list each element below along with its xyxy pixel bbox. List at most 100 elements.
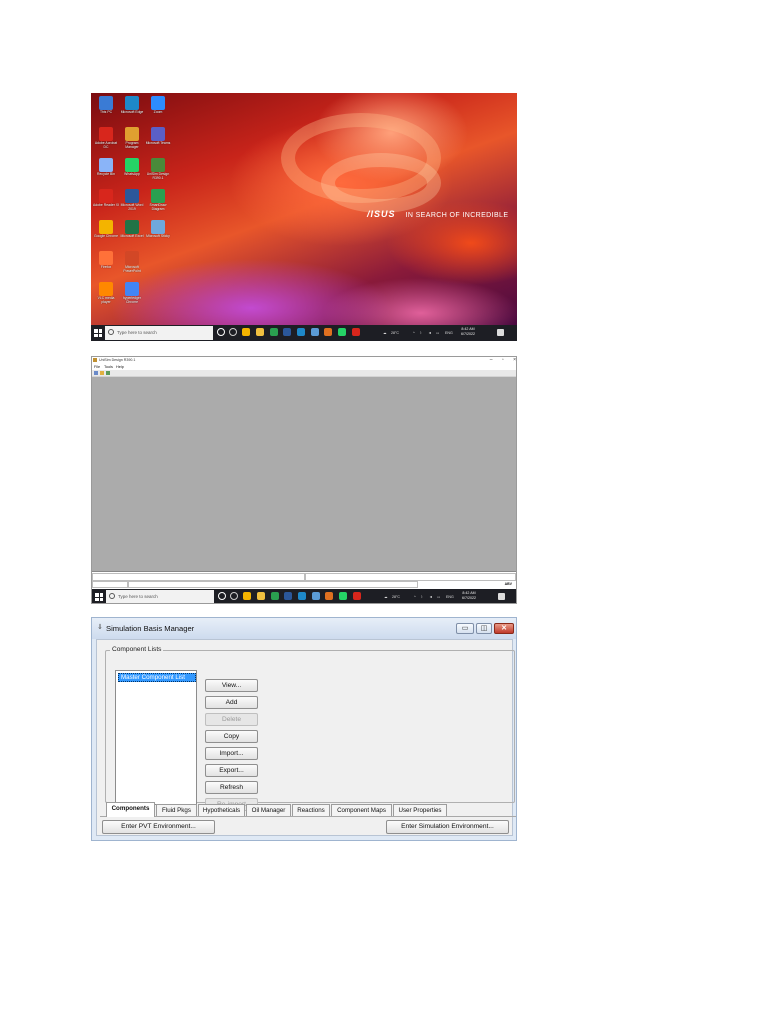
- taskbar-app-icon[interactable]: [310, 328, 319, 336]
- open-case-icon[interactable]: [100, 371, 104, 375]
- taskbar-search-input[interactable]: Type here to search: [105, 326, 213, 340]
- language-text[interactable]: ENG: [446, 595, 454, 599]
- taskbar-clock[interactable]: 8:42 AM 6/7/2022: [461, 327, 475, 337]
- taskbar-app-icon[interactable]: [297, 592, 306, 600]
- tab-reactions[interactable]: Reactions: [292, 804, 330, 816]
- desktop-icon[interactable]: Firefox: [93, 251, 119, 270]
- desktop-icon[interactable]: Microsoft Word 2019: [119, 189, 145, 212]
- volume-icon[interactable]: ◄: [429, 595, 433, 599]
- save-case-icon[interactable]: [106, 371, 110, 375]
- taskbar-clock[interactable]: 8:42 AM 6/7/2022: [462, 591, 476, 601]
- desktop-icon[interactable]: WhatsApp: [119, 158, 145, 177]
- tray-chevron-icon[interactable]: ^: [414, 595, 416, 599]
- taskbar-app-icon[interactable]: [337, 328, 346, 336]
- desktop-icon[interactable]: Microsoft Edge: [119, 96, 145, 115]
- tab-components[interactable]: Components: [106, 802, 155, 817]
- network-icon[interactable]: ⌇: [420, 331, 422, 335]
- minimize-icon[interactable]: –: [490, 357, 493, 363]
- tab-user-properties[interactable]: User Properties: [393, 804, 447, 816]
- enter-pvt-environment-button[interactable]: Enter PVT Environment...: [102, 820, 215, 834]
- notification-icon[interactable]: [497, 329, 504, 336]
- maximize-icon[interactable]: ▫: [502, 357, 504, 363]
- taskbar-app-icon[interactable]: [284, 592, 293, 600]
- windows-start-icon[interactable]: [94, 329, 102, 337]
- tray-chevron-icon[interactable]: ^: [413, 331, 415, 335]
- taskbar-app-icon[interactable]: [296, 328, 305, 336]
- windows-start-icon[interactable]: [95, 593, 103, 601]
- maximize-button[interactable]: ◫: [476, 623, 492, 634]
- taskbar-app-icon[interactable]: [311, 592, 320, 600]
- desktop-icon[interactable]: Microsoft PowerPoint: [119, 251, 145, 274]
- app-icon: [99, 251, 113, 265]
- desktop-icon[interactable]: Zoom: [145, 96, 171, 115]
- new-case-icon[interactable]: [94, 371, 98, 375]
- language-text[interactable]: ENG: [445, 331, 453, 335]
- desktop-icon[interactable]: Adobe Reader XI: [93, 189, 119, 208]
- taskbar-app-icon[interactable]: [217, 328, 226, 336]
- import-button[interactable]: Import...: [205, 747, 258, 760]
- desktop-icon[interactable]: hyperledger Chrome: [119, 282, 145, 305]
- desktop-icon[interactable]: This PC: [93, 96, 119, 115]
- desktop-icon-label: Program Manager: [125, 141, 139, 149]
- desktop-icon[interactable]: UniSim Design R390.1: [145, 158, 171, 181]
- desktop-icon[interactable]: Microsoft Teams: [145, 127, 171, 146]
- tab-hypotheticals[interactable]: Hypotheticals: [198, 804, 245, 816]
- volume-icon[interactable]: ◄: [428, 331, 432, 335]
- close-icon[interactable]: ×: [513, 357, 516, 363]
- desktop-icon-label: Microsoft Word 2019: [120, 203, 144, 211]
- desktop-icon[interactable]: VLC media player: [93, 282, 119, 305]
- menu-file[interactable]: File: [94, 365, 100, 369]
- taskbar-search-input[interactable]: Type here to search: [106, 590, 214, 603]
- taskbar-app-icon[interactable]: [229, 592, 238, 600]
- desktop-icon[interactable]: Microsoft Sticky: [145, 220, 171, 239]
- taskbar-app-icon[interactable]: [242, 328, 251, 336]
- taskbar-app-icon[interactable]: [283, 328, 292, 336]
- minimize-button[interactable]: ▭: [456, 623, 474, 634]
- menu-help[interactable]: Help: [116, 365, 124, 369]
- desktop-icon-label: Zoom: [153, 110, 163, 114]
- tab-component-maps[interactable]: Component Maps: [331, 804, 392, 816]
- desktop-icon[interactable]: Program Manager: [119, 127, 145, 150]
- taskbar-app-icon[interactable]: [269, 328, 278, 336]
- battery-icon[interactable]: ▭: [437, 595, 440, 599]
- enter-simulation-environment-button[interactable]: Enter Simulation Environment...: [386, 820, 509, 834]
- tab-oil-manager[interactable]: Oil Manager: [246, 804, 291, 816]
- wallpaper-swirl: [321, 153, 441, 213]
- taskbar-app-icon[interactable]: [218, 592, 227, 600]
- add-button[interactable]: Add: [205, 696, 258, 709]
- component-lists-group: Component Lists Master Component List Vi…: [105, 646, 515, 811]
- unisim-toolbar: [92, 370, 516, 377]
- battery-icon[interactable]: ▭: [436, 331, 439, 335]
- taskbar-app-icon[interactable]: [338, 592, 347, 600]
- copy-button[interactable]: Copy: [205, 730, 258, 743]
- desktop-icon[interactable]: Adobe Acrobat DC: [93, 127, 119, 150]
- taskbar-app-icon[interactable]: [256, 592, 265, 600]
- basis-manager-client: Component Lists Master Component List Vi…: [96, 639, 516, 836]
- list-item-master-component-list[interactable]: Master Component List: [118, 673, 196, 682]
- desktop-icon[interactable]: Google Chrome: [93, 220, 119, 239]
- menu-tools[interactable]: Tools: [104, 365, 113, 369]
- taskbar-app-icon[interactable]: [351, 328, 360, 336]
- component-list-box[interactable]: Master Component List: [115, 670, 197, 805]
- export-button[interactable]: Export...: [205, 764, 258, 777]
- close-button[interactable]: ✕: [494, 623, 514, 634]
- status-text: ABV: [504, 582, 512, 586]
- unisim-statusbar: ABV: [92, 571, 516, 589]
- refresh-button[interactable]: Refresh: [205, 781, 258, 794]
- desktop-icon[interactable]: SmartDraw Diagram: [145, 189, 171, 212]
- taskbar-app-icon[interactable]: [255, 328, 264, 336]
- desktop-icon[interactable]: Microsoft Excel: [119, 220, 145, 239]
- app-icon: [125, 189, 139, 203]
- view-button[interactable]: View...: [205, 679, 258, 692]
- notification-icon[interactable]: [498, 593, 505, 600]
- taskbar-app-icon[interactable]: [352, 592, 361, 600]
- taskbar-app-icon[interactable]: [324, 328, 333, 336]
- network-icon[interactable]: ⌇: [421, 595, 423, 599]
- taskbar-app-icon[interactable]: [228, 328, 237, 336]
- minimize-icon: ▭: [461, 625, 469, 632]
- desktop-icon[interactable]: Recycle Bin: [93, 158, 119, 177]
- taskbar-app-icon[interactable]: [243, 592, 252, 600]
- taskbar-app-icon[interactable]: [270, 592, 279, 600]
- taskbar-app-icon[interactable]: [325, 592, 334, 600]
- tab-fluid-pkgs[interactable]: Fluid Pkgs: [156, 804, 197, 816]
